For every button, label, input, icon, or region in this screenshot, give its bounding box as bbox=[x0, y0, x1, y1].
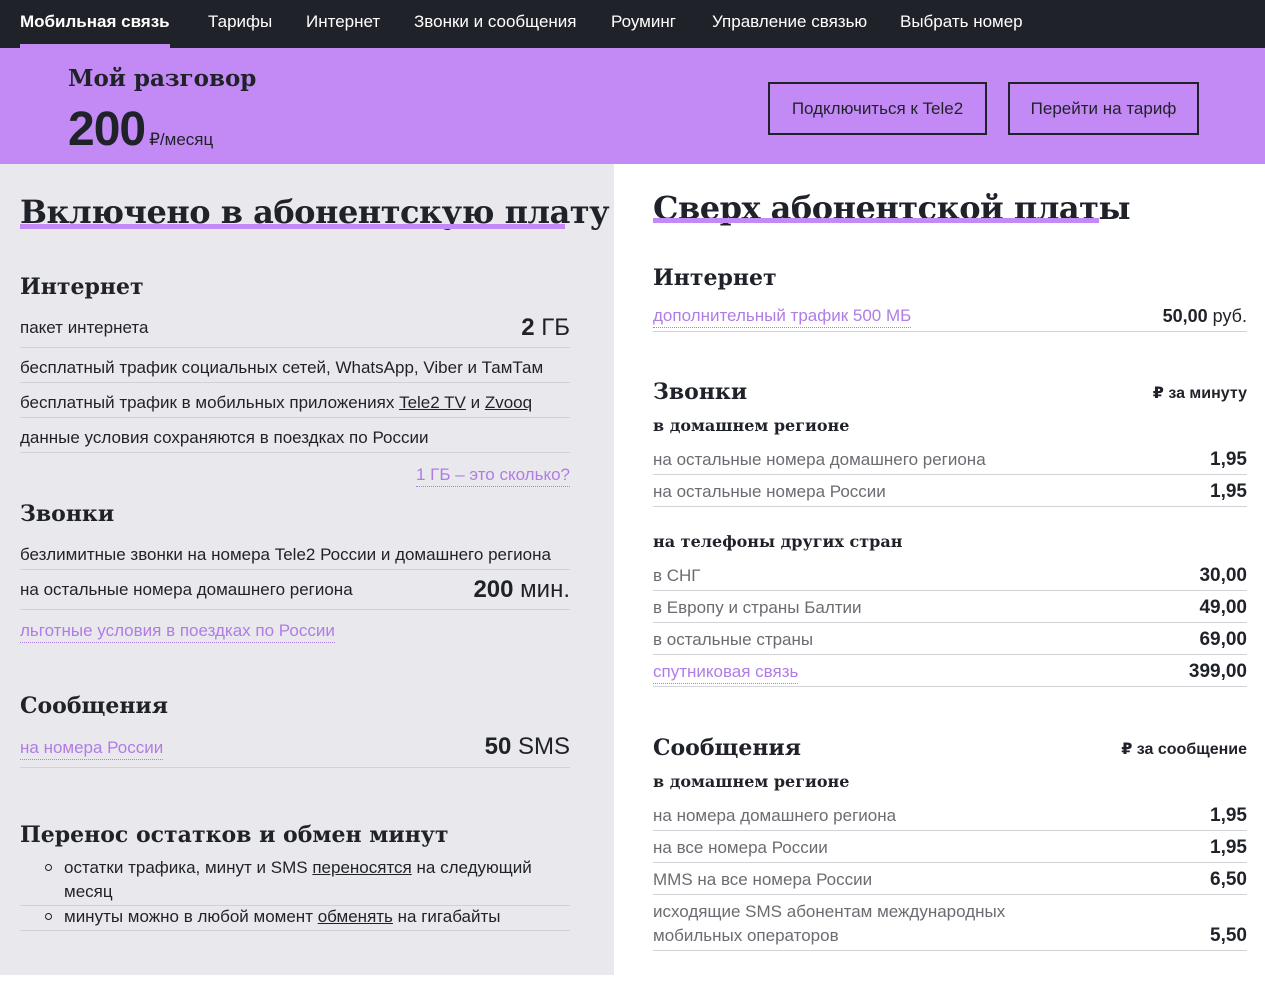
calls-home-subtitle: в домашнем регионе bbox=[653, 416, 850, 435]
calls-home-row-1-value: 1,95 bbox=[1210, 449, 1247, 470]
trips-conditions-label: данные условия сохраняются в поездках по… bbox=[20, 428, 429, 447]
divider bbox=[653, 474, 1247, 475]
divider bbox=[653, 950, 1247, 951]
included-messages-title: Сообщения bbox=[20, 693, 169, 719]
calls-home-row-2-value: 1,95 bbox=[1210, 481, 1247, 502]
divider bbox=[653, 686, 1247, 687]
divider bbox=[20, 452, 570, 453]
divider bbox=[20, 767, 570, 768]
nav-item-internet[interactable]: Интернет bbox=[306, 0, 380, 48]
messages-row-2-label: на все номера России bbox=[653, 838, 828, 857]
tele2-tv-link[interactable]: Tele2 TV bbox=[399, 393, 466, 412]
divider bbox=[20, 609, 570, 610]
bullet-icon bbox=[45, 913, 52, 920]
trips-benefits-link[interactable]: льготные условия в поездках по России bbox=[20, 620, 335, 643]
messages-intl-value: 5,50 bbox=[1210, 925, 1247, 946]
calls-intl-row-2-value: 49,00 bbox=[1199, 597, 1247, 618]
nav-item-tariffs[interactable]: Тарифы bbox=[208, 0, 272, 48]
divider bbox=[20, 347, 570, 348]
extra-messages-title: Сообщения bbox=[653, 735, 802, 761]
extra-title-underline bbox=[653, 218, 1099, 223]
messages-row-3-label: MMS на все номера России bbox=[653, 870, 873, 889]
divider bbox=[653, 590, 1247, 591]
calls-unit-header: ₽ за минуту bbox=[1152, 385, 1247, 402]
nav-item-calls-messages[interactable]: Звонки и сообщения bbox=[414, 0, 577, 48]
calls-intl-row-1-value: 30,00 bbox=[1199, 565, 1247, 586]
internet-package-value: 2 ГБ bbox=[521, 314, 570, 341]
nav-item-mobile[interactable]: Мобильная связь bbox=[20, 0, 170, 48]
divider bbox=[653, 654, 1247, 655]
divider bbox=[653, 862, 1247, 863]
other-numbers-label: на остальные номера домашнего региона bbox=[20, 580, 353, 599]
divider bbox=[20, 417, 570, 418]
divider bbox=[653, 331, 1247, 332]
divider bbox=[653, 894, 1247, 895]
russia-numbers-link[interactable]: на номера России bbox=[20, 737, 164, 760]
exchange-link[interactable]: обменять bbox=[318, 907, 393, 926]
messages-home-subtitle: в домашнем регионе bbox=[653, 772, 850, 791]
messages-row-1-label: на номера домашнего региона bbox=[653, 806, 897, 825]
page-bottom bbox=[0, 975, 1265, 989]
nav-item-choose-number[interactable]: Выбрать номер bbox=[900, 0, 1023, 48]
messages-row-2-value: 1,95 bbox=[1210, 837, 1247, 858]
included-calls-title: Звонки bbox=[20, 501, 115, 527]
tariff-hero: Мой разговор 200 ₽/месяц Подключиться к T… bbox=[0, 48, 1265, 164]
nav-item-roaming[interactable]: Роуминг bbox=[611, 0, 676, 48]
gb-info-link[interactable]: 1 ГБ – это сколько? bbox=[415, 464, 570, 487]
included-internet-title: Интернет bbox=[20, 274, 144, 300]
messages-row-1-value: 1,95 bbox=[1210, 805, 1247, 826]
bullet-icon bbox=[45, 864, 52, 871]
carryover-item-2: минуты можно в любой момент обменять на … bbox=[64, 907, 501, 926]
messages-unit-header: ₽ за сообщение bbox=[1121, 741, 1247, 758]
zvooq-link[interactable]: Zvooq bbox=[485, 393, 532, 412]
tariff-price: 200 ₽/месяц bbox=[68, 102, 213, 157]
top-navigation: Мобильная связь Тарифы Интернет Звонки и… bbox=[0, 0, 1265, 48]
calls-home-row-2-label: на остальные номера России bbox=[653, 482, 886, 501]
satellite-link[interactable]: спутниковая связь bbox=[653, 661, 799, 684]
social-traffic-label: бесплатный трафик социальных сетей, What… bbox=[20, 358, 544, 377]
calls-intl-row-3-label: в остальные страны bbox=[653, 630, 814, 649]
switch-tariff-button[interactable]: Перейти на тариф bbox=[1008, 82, 1199, 135]
connect-button[interactable]: Подключиться к Tele2 bbox=[768, 82, 987, 135]
divider bbox=[20, 569, 570, 570]
apps-traffic-label: бесплатный трафик в мобильных приложения… bbox=[20, 393, 533, 412]
carryover-link[interactable]: переносятся bbox=[312, 858, 411, 877]
divider bbox=[653, 506, 1247, 507]
sms-value: 50 SMS bbox=[484, 733, 570, 760]
internet-package-label: пакет интернета bbox=[20, 318, 149, 337]
extra-traffic-link[interactable]: дополнительный трафик 500 МБ bbox=[653, 305, 912, 328]
divider bbox=[653, 622, 1247, 623]
messages-intl-label-line1: исходящие SMS абонентам международных bbox=[653, 902, 1006, 921]
tariff-name: Мой разговор bbox=[68, 65, 257, 92]
messages-row-3-value: 6,50 bbox=[1210, 869, 1247, 890]
included-title-underline bbox=[20, 224, 565, 229]
extra-internet-title: Интернет bbox=[653, 265, 777, 291]
calls-intl-subtitle: на телефоны других стран bbox=[653, 532, 903, 551]
messages-intl-label-line2: мобильных операторов bbox=[653, 926, 839, 945]
divider bbox=[653, 830, 1247, 831]
calls-intl-row-1-label: в СНГ bbox=[653, 566, 701, 585]
calls-home-row-1-label: на остальные номера домашнего региона bbox=[653, 450, 986, 469]
calls-intl-row-3-value: 69,00 bbox=[1199, 629, 1247, 650]
minutes-value: 200 мин. bbox=[473, 576, 570, 603]
calls-intl-row-2-label: в Европу и страны Балтии bbox=[653, 598, 862, 617]
extra-calls-title: Звонки bbox=[653, 379, 748, 405]
price-value: 200 bbox=[68, 103, 146, 156]
divider bbox=[20, 382, 570, 383]
satellite-value: 399,00 bbox=[1188, 661, 1247, 682]
extra-traffic-price: 50,00 руб. bbox=[1162, 306, 1247, 326]
carryover-item-1-line2: месяц bbox=[64, 882, 113, 901]
price-unit: ₽/месяц bbox=[149, 130, 214, 149]
nav-item-management[interactable]: Управление связью bbox=[712, 0, 867, 48]
divider bbox=[20, 930, 570, 931]
carryover-title: Перенос остатков и обмен минут bbox=[20, 822, 449, 848]
carryover-item-1: остатки трафика, минут и SMS переносятся… bbox=[64, 858, 532, 877]
unlimited-calls-label: безлимитные звонки на номера Tele2 Росси… bbox=[20, 545, 551, 564]
